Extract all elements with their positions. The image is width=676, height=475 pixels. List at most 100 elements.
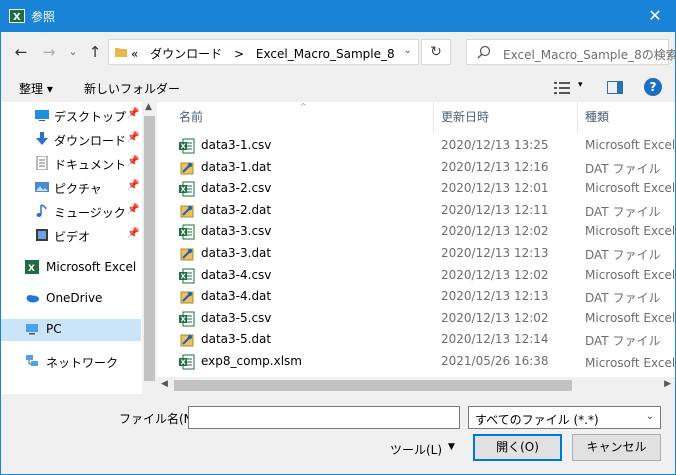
sidebar-item-network[interactable]: ネットワーク bbox=[1, 351, 141, 373]
column-divider[interactable] bbox=[433, 102, 434, 132]
sidebar-item-onedrive[interactable]: OneDrive bbox=[1, 288, 141, 310]
forward-button[interactable]: → bbox=[39, 42, 59, 62]
file-row[interactable]: Xdata3-1.csv 2020/12/13 13:25 Microsoft Ex… bbox=[157, 135, 675, 156]
file-name: data3-2.csv bbox=[201, 181, 272, 196]
search-box[interactable]: Excel_Macro_Sample_8の検索 bbox=[466, 39, 676, 65]
file-name: data3-2.dat bbox=[201, 202, 272, 217]
file-row[interactable]: Xdata3-2.csv 2020/12/13 12:01 Microsoft Ex… bbox=[157, 178, 675, 199]
file-name: data3-1.csv bbox=[201, 138, 272, 152]
svg-text:X: X bbox=[181, 186, 187, 194]
sidebar-item-pc[interactable]: PC bbox=[1, 319, 141, 341]
preview-pane-icon[interactable] bbox=[607, 81, 623, 94]
file-row[interactable]: data3-1.dat 2020/12/13 12:16 DAT ファイル bbox=[157, 157, 675, 178]
up-button[interactable]: ↑ bbox=[85, 42, 105, 62]
column-header-name[interactable]: 名前 bbox=[179, 102, 203, 132]
pin-icon: 📌 bbox=[127, 180, 140, 191]
file-row[interactable]: Xdata3-5.csv 2020/12/13 12:02 Microsoft Ex… bbox=[157, 308, 675, 329]
file-type: Microsoft Excel C bbox=[585, 310, 675, 325]
file-name: data3-5.dat bbox=[201, 332, 272, 347]
scrollbar-thumb[interactable] bbox=[144, 116, 155, 381]
breadcrumb-overflow[interactable]: « bbox=[131, 47, 138, 61]
file-modified: 2020/12/13 12:16 bbox=[441, 159, 549, 174]
scroll-up-arrow[interactable]: ▲ bbox=[145, 102, 152, 112]
open-button[interactable]: 開く(O) bbox=[473, 434, 562, 461]
pin-icon: 📌 bbox=[127, 108, 140, 119]
address-bar[interactable]: « ダウンロード > Excel_Macro_Sample_8 ⌄ bbox=[108, 39, 419, 65]
excel-file-icon: X bbox=[179, 224, 195, 240]
video-icon bbox=[36, 229, 48, 241]
file-row[interactable]: data3-4.dat 2020/12/13 12:13 DAT ファイル bbox=[157, 286, 675, 307]
file-type: DAT ファイル bbox=[585, 291, 661, 306]
excel-icon: X bbox=[25, 260, 39, 274]
excel-file-icon: X bbox=[179, 311, 195, 327]
breadcrumb-separator[interactable]: > bbox=[234, 47, 244, 61]
sidebar-item-downloads[interactable]: ダウンロード 📌 bbox=[1, 129, 141, 151]
file-type: DAT ファイル bbox=[585, 204, 661, 219]
file-list: ^ 名前 更新日時 種類 Xdata3-1.csv 2020/12/13 13:2… bbox=[157, 102, 675, 394]
file-row[interactable]: Xexp8_comp.xlsm 2021/05/26 16:38 Microsoft… bbox=[157, 351, 675, 372]
svg-text:X: X bbox=[28, 264, 35, 274]
help-button[interactable]: ? bbox=[644, 78, 662, 96]
scrollbar-thumb[interactable] bbox=[174, 380, 572, 391]
filetype-select[interactable]: すべてのファイル (*.*) ⌄ bbox=[468, 406, 661, 429]
column-header-modified[interactable]: 更新日時 bbox=[441, 102, 489, 132]
excel-file-icon: X bbox=[179, 181, 195, 197]
sidebar-item-music[interactable]: ミュージック 📌 bbox=[1, 201, 141, 223]
file-name: data3-3.dat bbox=[201, 246, 272, 260]
file-row[interactable]: Xdata3-4.csv 2020/12/13 12:02 Microsoft Ex… bbox=[157, 265, 675, 286]
column-divider[interactable] bbox=[577, 102, 578, 132]
view-options-icon[interactable] bbox=[554, 81, 570, 95]
dat-file-icon bbox=[180, 162, 194, 175]
sidebar-item-label: デスクトップ bbox=[54, 110, 127, 124]
filename-input[interactable] bbox=[188, 406, 460, 429]
file-type: DAT ファイル bbox=[585, 248, 661, 262]
file-type: DAT ファイル bbox=[585, 334, 661, 349]
pin-icon: 📌 bbox=[127, 132, 140, 143]
cancel-button[interactable]: キャンセル bbox=[572, 434, 661, 461]
sidebar-item-videos[interactable]: ビデオ 📌 bbox=[1, 225, 141, 247]
back-button[interactable]: ← bbox=[11, 42, 31, 62]
sidebar-item-label: ピクチャ bbox=[54, 182, 102, 196]
music-icon bbox=[36, 204, 47, 217]
dat-file-icon bbox=[180, 291, 194, 304]
breadcrumb-downloads[interactable]: ダウンロード bbox=[150, 47, 222, 61]
sidebar-item-label: Microsoft Excel bbox=[46, 260, 137, 274]
svg-text:X: X bbox=[181, 272, 187, 280]
download-icon bbox=[36, 132, 48, 145]
sidebar-item-desktop[interactable]: デスクトップ 📌 bbox=[1, 105, 141, 127]
file-modified: 2020/12/13 12:02 bbox=[441, 310, 549, 325]
scroll-left-arrow[interactable]: ◀ bbox=[161, 379, 168, 389]
sidebar-item-documents[interactable]: ドキュメント 📌 bbox=[1, 153, 141, 175]
horizontal-scrollbar[interactable]: ◀ ▶ bbox=[157, 377, 675, 394]
file-row[interactable]: data3-5.dat 2020/12/13 12:14 DAT ファイル bbox=[157, 329, 675, 350]
svg-text:X: X bbox=[13, 12, 21, 23]
new-folder-button[interactable]: 新しいフォルダー bbox=[84, 80, 180, 97]
organize-button[interactable]: 整理 ▾ bbox=[19, 80, 53, 97]
breadcrumb: « ダウンロード > Excel_Macro_Sample_8 bbox=[131, 45, 403, 62]
pin-icon: 📌 bbox=[127, 228, 140, 239]
file-type: Microsoft Excel C bbox=[585, 224, 675, 239]
breadcrumb-current-folder[interactable]: Excel_Macro_Sample_8 bbox=[256, 47, 395, 61]
file-modified: 2020/12/13 12:11 bbox=[441, 202, 549, 217]
file-modified: 2020/12/13 12:13 bbox=[441, 289, 549, 304]
file-row[interactable]: data3-3.dat 2020/12/13 12:13 DAT ファイル bbox=[157, 243, 675, 264]
file-modified: 2020/12/13 12:13 bbox=[441, 246, 549, 260]
address-dropdown[interactable]: ⌄ bbox=[404, 45, 412, 56]
sidebar-item-microsoft-excel[interactable]: X Microsoft Excel bbox=[1, 257, 141, 279]
sidebar-item-pictures[interactable]: ピクチャ 📌 bbox=[1, 177, 141, 199]
column-header-type[interactable]: 種類 bbox=[585, 102, 609, 132]
close-button[interactable]: ✕ bbox=[643, 5, 667, 27]
file-row[interactable]: data3-2.dat 2020/12/13 12:11 DAT ファイル bbox=[157, 200, 675, 221]
scroll-right-arrow[interactable]: ▶ bbox=[664, 379, 671, 389]
recent-locations-dropdown[interactable]: ⌄ bbox=[63, 42, 83, 62]
view-options-dropdown[interactable]: ▾ bbox=[578, 80, 583, 90]
navigation-scrollbar[interactable]: ▲ bbox=[142, 102, 157, 394]
sidebar-item-label: OneDrive bbox=[46, 291, 103, 305]
pictures-icon bbox=[35, 182, 49, 192]
file-row[interactable]: Xdata3-3.csv 2020/12/13 12:02 Microsoft Ex… bbox=[157, 221, 675, 242]
file-name: data3-1.dat bbox=[201, 159, 272, 174]
navigation-bar: ← → ⌄ ↑ « ダウンロード > Excel_Macro_Sample_8 … bbox=[1, 32, 676, 74]
tools-button[interactable]: ツール(L) ▼ bbox=[390, 441, 455, 458]
dat-file-icon bbox=[180, 248, 194, 261]
refresh-button[interactable]: ↻ bbox=[421, 39, 451, 65]
